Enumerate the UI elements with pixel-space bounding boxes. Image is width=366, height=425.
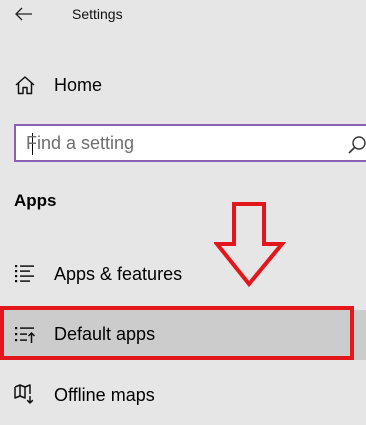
search-input[interactable]: [26, 126, 346, 160]
settings-window: Settings Home Apps: [0, 0, 366, 425]
nav-item-offline-maps[interactable]: Offline maps: [0, 375, 366, 415]
default-apps-icon: [15, 327, 36, 343]
offline-maps-icon: [14, 384, 34, 404]
back-arrow-icon: [15, 7, 32, 21]
search-box[interactable]: [14, 124, 366, 162]
annotation-down-arrow-icon: [214, 202, 286, 288]
back-button[interactable]: [6, 0, 42, 28]
nav-item-default-apps[interactable]: Default apps: [0, 310, 366, 360]
window-title: Settings: [72, 6, 123, 22]
nav-item-label: Offline maps: [54, 385, 155, 405]
section-heading: Apps: [14, 191, 57, 210]
home-label: Home: [54, 75, 103, 95]
home-icon: [15, 76, 35, 95]
home-nav-item[interactable]: Home: [0, 66, 366, 104]
apps-features-icon: [15, 265, 34, 283]
nav-item-apps-features[interactable]: Apps & features: [0, 254, 366, 294]
nav-item-label: Default apps: [54, 324, 156, 344]
search-icon[interactable]: [346, 134, 366, 156]
nav-item-label: Apps & features: [54, 264, 183, 284]
